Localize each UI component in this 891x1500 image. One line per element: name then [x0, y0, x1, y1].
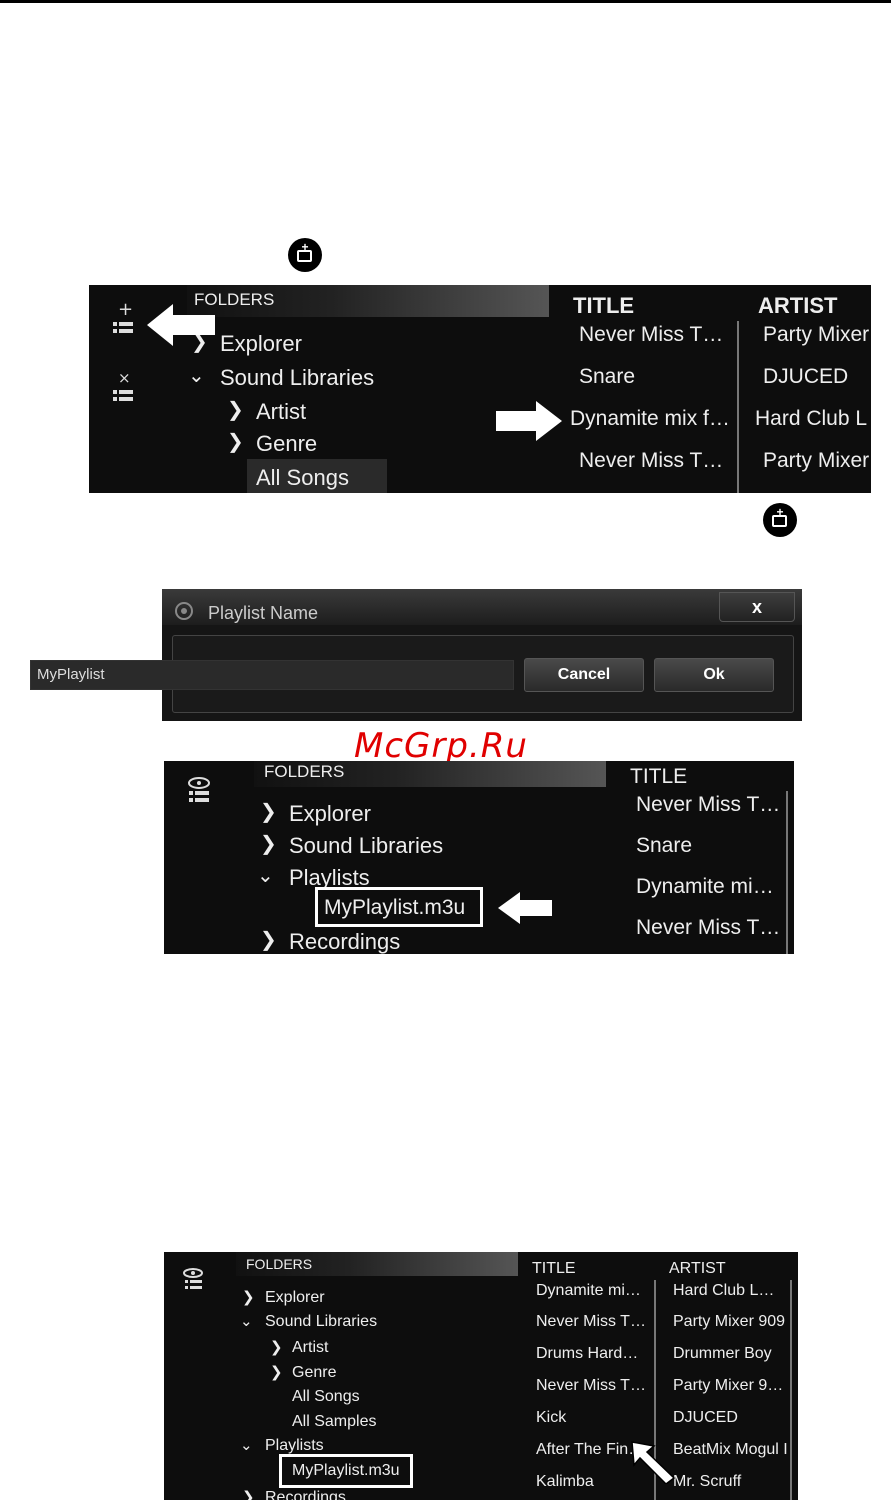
chevron-down-icon[interactable]: ⌄ — [240, 1312, 253, 1330]
tree-item-artist[interactable]: Artist — [256, 399, 306, 425]
browser-panel-add-playlist: FOLDERS + × ❯ Explorer ⌄ Sound Libraries… — [89, 285, 871, 493]
add-list-icon: + — [288, 238, 322, 272]
track-artist[interactable]: BeatMix Mogul I — [673, 1441, 788, 1459]
add-list-icon: + — [763, 503, 797, 537]
chevron-right-icon[interactable]: ❯ — [260, 927, 277, 951]
remove-list-icon: × — [113, 369, 133, 401]
add-list-icon: + — [113, 299, 133, 333]
chevron-right-icon[interactable]: ❯ — [242, 1488, 255, 1500]
track-title[interactable]: Kick — [536, 1409, 566, 1427]
eye-list-icon[interactable] — [182, 1266, 206, 1294]
chevron-right-icon[interactable]: ❯ — [270, 1338, 283, 1356]
chevron-right-icon[interactable]: ❯ — [227, 397, 244, 421]
svg-text:+: + — [118, 299, 133, 320]
column-divider — [737, 321, 739, 493]
svg-text:×: × — [118, 369, 131, 387]
eye-list-icon[interactable] — [186, 775, 212, 807]
ok-button[interactable]: Ok — [654, 658, 774, 692]
add-list-button[interactable]: + — [107, 299, 137, 339]
track-artist[interactable]: Party Mixer — [763, 449, 869, 473]
column-divider — [790, 1280, 792, 1500]
browser-panel-new-playlist: FOLDERS ❯ Explorer ❯ Sound Libraries ⌄ P… — [164, 761, 794, 954]
playlist-name-dialog: Playlist Name — [162, 589, 802, 721]
folders-header: FOLDERS — [246, 1256, 313, 1272]
tree-item-artist[interactable]: Artist — [292, 1339, 328, 1357]
cancel-button[interactable]: Cancel — [524, 658, 644, 692]
chevron-right-icon[interactable]: ❯ — [260, 831, 277, 855]
tree-item-sound-libraries[interactable]: Sound Libraries — [220, 365, 374, 391]
tree-item-playlist-file[interactable]: MyPlaylist.m3u — [324, 896, 465, 920]
track-title[interactable]: Never Miss T… — [636, 916, 780, 940]
track-artist[interactable]: Drummer Boy — [673, 1345, 772, 1363]
column-header-title[interactable]: TITLE — [532, 1260, 576, 1278]
tree-item-recordings[interactable]: Recordings — [289, 929, 400, 954]
tree-item-genre[interactable]: Genre — [256, 431, 317, 457]
track-title[interactable]: Never Miss T… — [636, 793, 780, 817]
tree-item-all-samples[interactable]: All Samples — [292, 1413, 376, 1431]
chevron-down-icon[interactable]: ⌄ — [240, 1436, 253, 1454]
column-divider — [786, 791, 788, 954]
tree-item-playlists[interactable]: Playlists — [265, 1437, 324, 1455]
tree-item-playlist-file[interactable]: MyPlaylist.m3u — [292, 1462, 400, 1480]
arrow-right-icon — [496, 401, 562, 441]
track-artist[interactable]: Hard Club L… — [673, 1282, 774, 1300]
browser-panel-playlist-added: FOLDERS ❯ Explorer ⌄ Sound Libraries ❯ A… — [164, 1252, 798, 1500]
track-title[interactable]: Snare — [636, 834, 692, 858]
track-artist[interactable]: Party Mixer 909 — [673, 1313, 785, 1331]
close-button[interactable]: x — [719, 592, 795, 622]
column-header-artist[interactable]: ARTIST — [758, 293, 837, 319]
tree-item-all-songs[interactable]: All Songs — [256, 465, 349, 491]
arrow-left-icon — [147, 304, 215, 346]
chevron-right-icon[interactable]: ❯ — [227, 429, 244, 453]
tree-item-explorer[interactable]: Explorer — [289, 801, 371, 827]
track-title[interactable]: Dynamite mix f… — [570, 407, 730, 431]
chevron-right-icon[interactable]: ❯ — [260, 799, 277, 823]
tree-item-explorer[interactable]: Explorer — [220, 331, 302, 357]
chevron-right-icon[interactable]: ❯ — [242, 1288, 255, 1306]
tree-item-sound-libraries[interactable]: Sound Libraries — [265, 1313, 377, 1331]
track-title[interactable]: Dynamite mi… — [536, 1282, 641, 1300]
tree-item-explorer[interactable]: Explorer — [265, 1289, 325, 1307]
folders-header: FOLDERS — [264, 762, 345, 781]
track-title[interactable]: Never Miss T… — [579, 449, 723, 473]
remove-list-button[interactable]: × — [107, 369, 137, 409]
track-title[interactable]: Snare — [579, 365, 635, 389]
track-artist[interactable]: DJUCED — [763, 365, 848, 389]
track-artist[interactable]: Party Mixer — [763, 323, 869, 347]
column-header-title[interactable]: TITLE — [573, 293, 634, 319]
track-title[interactable]: Dynamite mi… — [636, 875, 774, 899]
track-title[interactable]: Never Miss T… — [579, 323, 723, 347]
tree-item-all-songs[interactable]: All Songs — [292, 1388, 360, 1406]
track-title[interactable]: Kalimba — [536, 1473, 594, 1491]
track-title[interactable]: Never Miss T… — [536, 1377, 646, 1395]
tree-item-genre[interactable]: Genre — [292, 1364, 336, 1382]
watermark: McGrp.Ru — [354, 726, 528, 766]
app-logo-icon — [175, 602, 193, 620]
track-title[interactable]: Drums Hard… — [536, 1345, 638, 1363]
column-header-artist[interactable]: ARTIST — [669, 1260, 726, 1278]
page-top-rule — [0, 0, 891, 3]
chevron-right-icon[interactable]: ❯ — [270, 1363, 283, 1381]
dialog-title: Playlist Name — [208, 603, 319, 623]
track-title[interactable]: Never Miss T… — [536, 1313, 646, 1331]
tree-item-recordings[interactable]: Recordings — [265, 1489, 346, 1500]
drag-arrow-icon — [631, 1441, 676, 1484]
track-artist[interactable]: Mr. Scruff — [673, 1473, 741, 1491]
chevron-down-icon[interactable]: ⌄ — [257, 863, 274, 887]
chevron-down-icon[interactable]: ⌄ — [188, 363, 205, 387]
track-artist[interactable]: Hard Club L — [755, 407, 867, 431]
arrow-left-icon — [498, 892, 552, 924]
playlist-name-input[interactable]: MyPlaylist — [30, 660, 514, 690]
track-artist[interactable]: Party Mixer 9… — [673, 1377, 783, 1395]
column-header-title[interactable]: TITLE — [630, 765, 687, 789]
track-artist[interactable]: DJUCED — [673, 1409, 738, 1427]
tree-item-sound-libraries[interactable]: Sound Libraries — [289, 833, 443, 859]
